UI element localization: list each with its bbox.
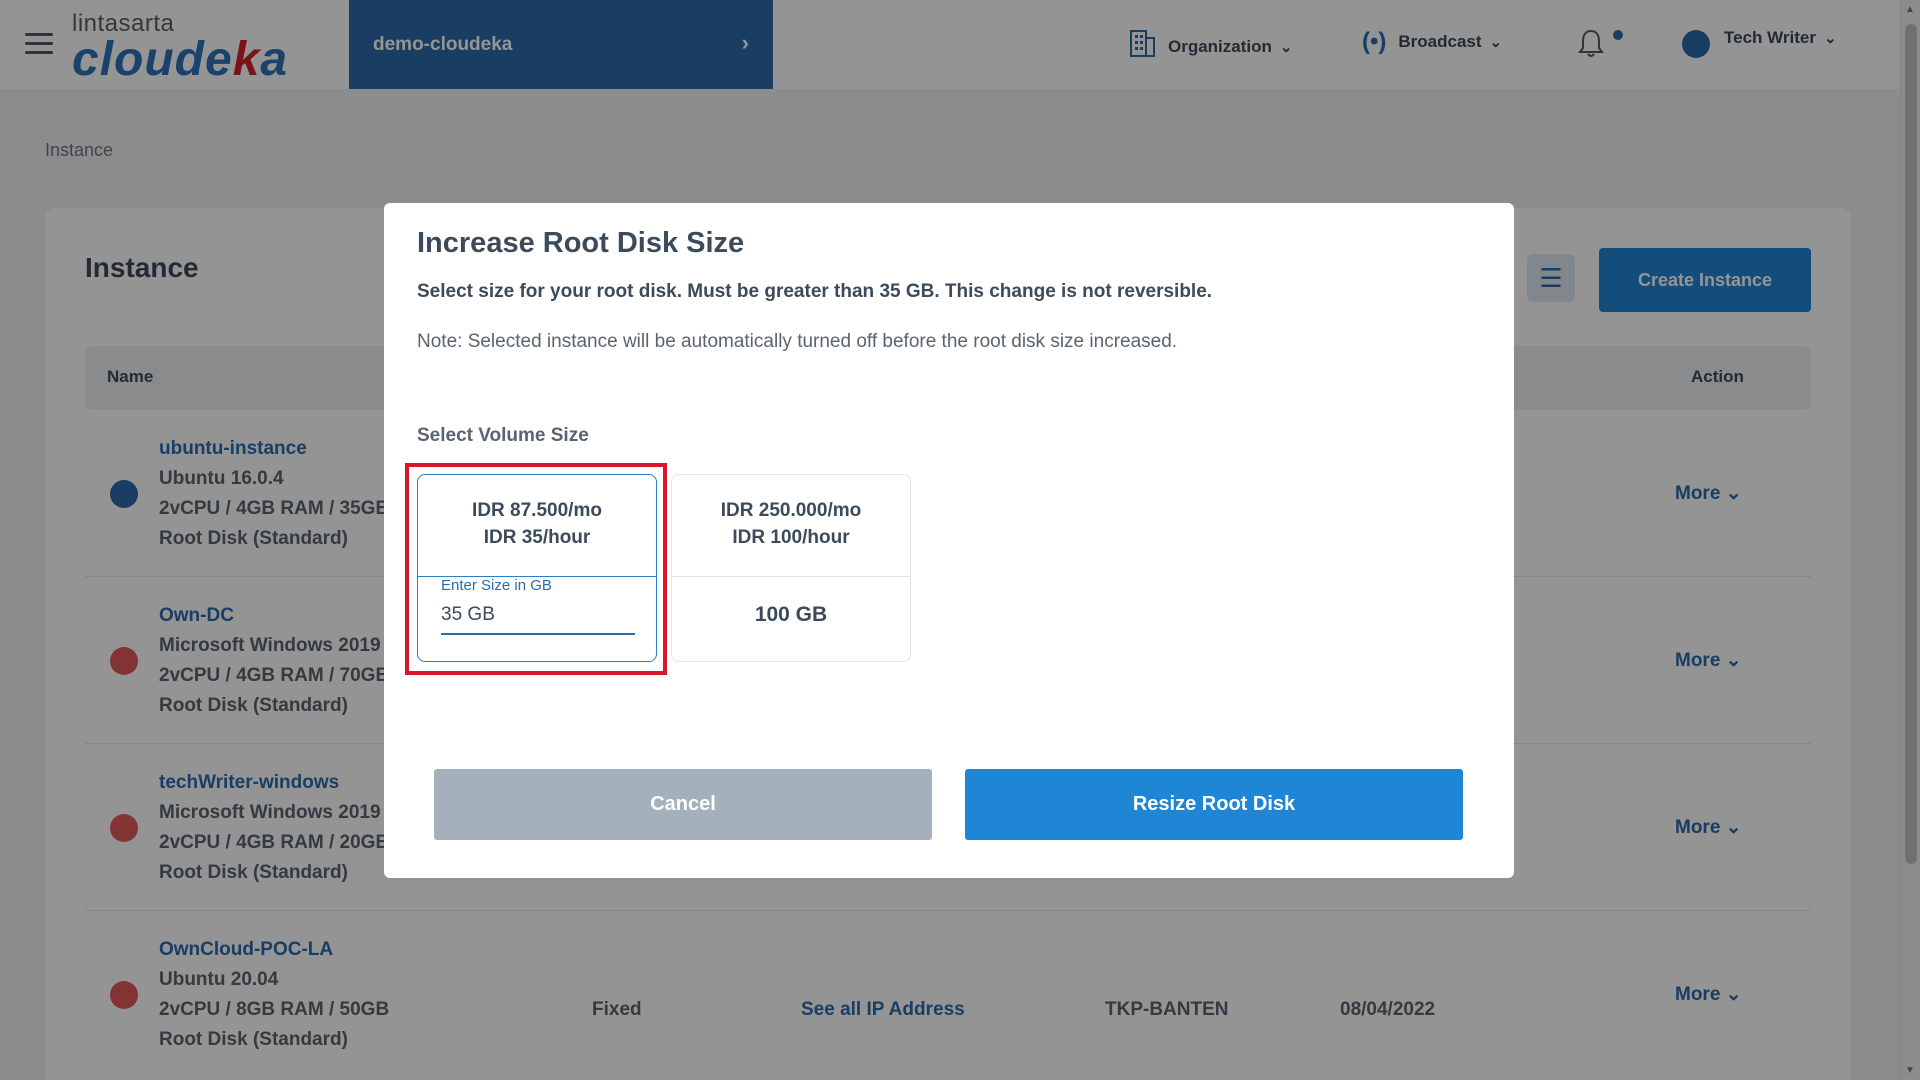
resize-disk-modal: Increase Root Disk Size Select size for … <box>384 203 1514 878</box>
option-price: IDR 87.500/mo IDR 35/hour <box>472 500 602 548</box>
size-input[interactable] <box>441 597 635 635</box>
modal-subtitle: Select size for your root disk. Must be … <box>417 281 1213 302</box>
option-divider <box>672 576 910 577</box>
size-input-label: Enter Size in GB <box>441 577 552 594</box>
modal-title: Increase Root Disk Size <box>417 227 745 259</box>
cancel-button[interactable]: Cancel <box>434 769 932 840</box>
modal-note: Note: Selected instance will be automati… <box>417 331 1178 352</box>
option-price: IDR 250.000/mo IDR 100/hour <box>720 500 862 548</box>
volume-option-100gb[interactable]: IDR 250.000/mo IDR 100/hour 100 GB <box>671 474 911 662</box>
option-size: 100 GB <box>754 603 828 626</box>
resize-root-disk-button[interactable]: Resize Root Disk <box>965 769 1463 840</box>
volume-size-label: Select Volume Size <box>417 425 589 446</box>
volume-option-custom[interactable]: IDR 87.500/mo IDR 35/hour Enter Size in … <box>417 474 657 662</box>
